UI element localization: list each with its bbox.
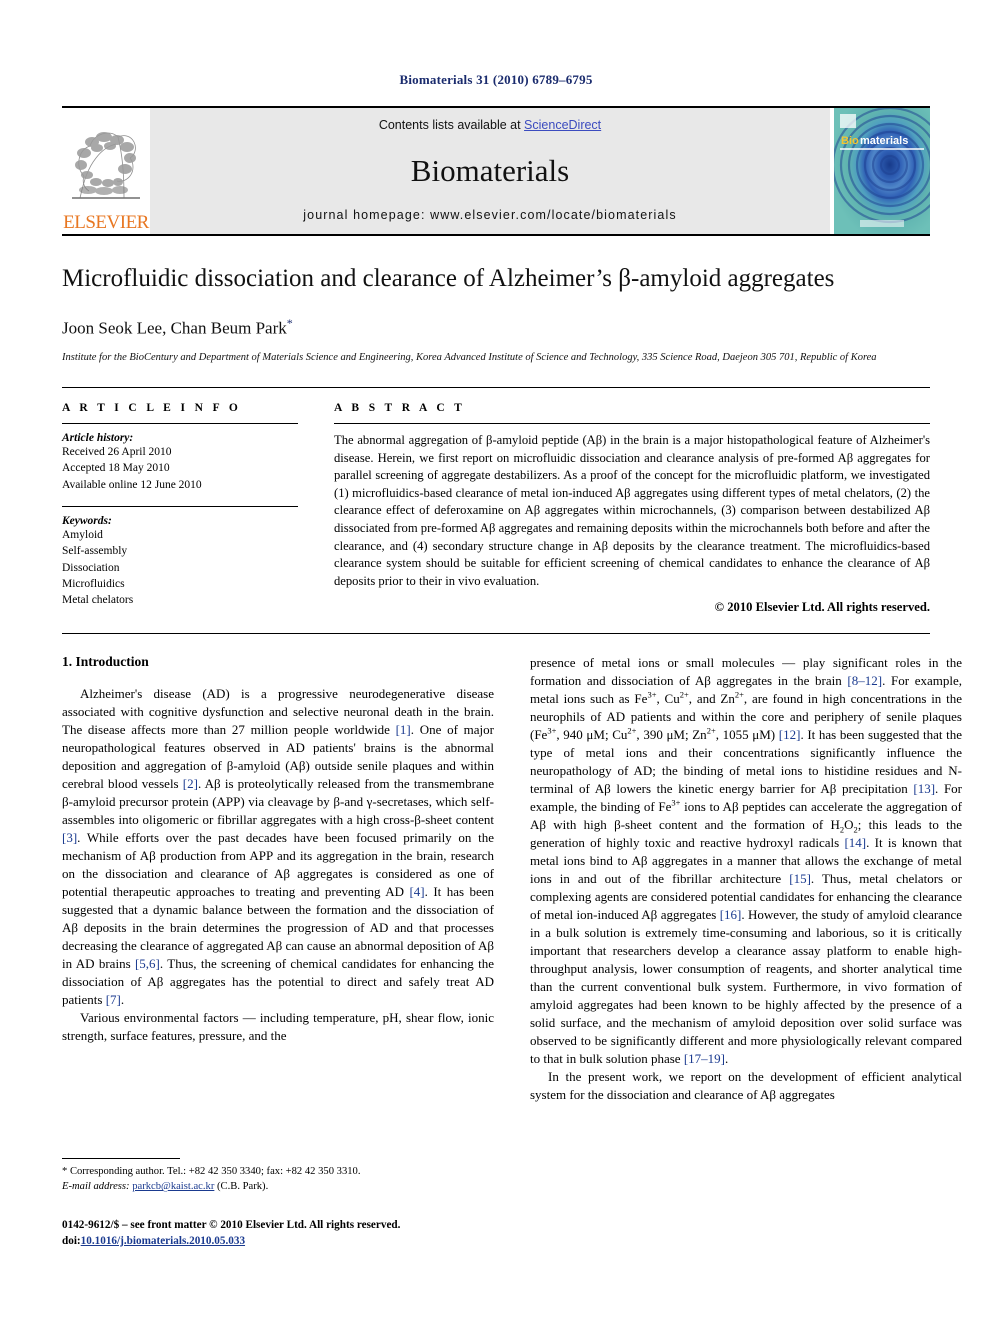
article-history-label: Article history: [62,431,134,444]
body-column-left: 1. Introduction Alzheimer's disease (AD)… [62,654,494,1104]
citation-ref[interactable]: [17–19] [684,1051,725,1066]
keyword-item: Amyloid [62,528,103,541]
footnote-divider [62,1158,180,1159]
superscript: 2+ [706,725,716,736]
citation-ref[interactable]: [5,6] [135,956,160,971]
superscript: 2+ [679,689,689,700]
citation-ref[interactable]: [7] [106,992,121,1007]
citation-ref[interactable]: [15] [789,871,811,886]
journal-homepage-line[interactable]: journal homepage: www.elsevier.com/locat… [303,208,676,222]
present-work-paragraph: In the present work, we report on the de… [530,1068,962,1102]
corresponding-author-marker: * [286,316,293,330]
text-run: , 1055 μM) [715,726,779,742]
affiliation: Institute for the BioCentury and Departm… [62,351,877,363]
sciencedirect-link[interactable]: ScienceDirect [524,118,601,132]
journal-cover-thumbnail: Bio materials [834,108,930,234]
email-owner: (C.B. Park). [217,1181,269,1193]
history-accepted: Accepted 18 May 2010 [62,462,170,475]
introduction-heading: 1. Introduction [62,653,149,669]
elsevier-tree-icon [66,120,146,212]
corresponding-author-note: * Corresponding author. Tel.: +82 42 350… [62,1166,361,1177]
article-page: Biomaterials 31 (2010) 6789–6795 ELSEVIE… [0,0,992,1323]
journal-title: Biomaterials [410,152,570,188]
keyword-item: Self-assembly [62,545,128,558]
masthead-center: Contents lists available at ScienceDirec… [150,108,830,234]
footnote-area: * Corresponding author. Tel.: +82 42 350… [62,1158,494,1195]
text-run: . However, the study of amyloid clearanc… [530,906,962,1066]
abstract-copyright: © 2010 Elsevier Ltd. All rights reserved… [714,599,930,614]
text-run: , 390 μM; Zn [636,726,707,742]
running-head: Biomaterials 31 (2010) 6789–6795 [399,72,593,87]
keywords-label: Keywords: [62,514,112,527]
doi-line: doi:10.1016/j.biomaterials.2010.05.033 [62,1234,532,1250]
doi-label: doi: [62,1234,81,1247]
history-available-online: Available online 12 June 2010 [62,478,202,491]
text-run: . [725,1050,729,1066]
article-info-heading: A R T I C L E I N F O [62,401,242,414]
intro-paragraph-2: Various environmental factors — includin… [62,1009,494,1043]
title-block: Microfluidic dissociation and clearance … [62,234,930,365]
keywords-block: Keywords: Amyloid Self-assembly Dissocia… [62,505,298,609]
footer-area: 0142-9612/$ – see front matter © 2010 El… [62,1218,532,1250]
citation-ref[interactable]: [3] [62,830,77,845]
issn-copyright-line: 0142-9612/$ – see front matter © 2010 El… [62,1219,401,1231]
email-label: E-mail address: [62,1181,130,1193]
intro-paragraph-2-continued: presence of metal ions or small molecule… [530,654,962,1068]
citation-ref[interactable]: [16] [720,907,742,922]
text-run: , Cu [656,690,680,706]
svg-text:materials: materials [860,135,908,147]
body-column-right: presence of metal ions or small molecule… [530,654,962,1104]
keyword-item: Microfluidics [62,577,125,590]
email-link[interactable]: parkcb@kaist.ac.kr [132,1181,214,1192]
keyword-item: Metal chelators [62,594,134,607]
citation-ref[interactable]: [14] [844,835,866,850]
svg-text:Bio: Bio [841,135,859,147]
contents-prefix: Contents lists available at [378,118,525,132]
article-info-column: A R T I C L E I N F O Article history: R… [62,402,298,615]
author-list: Joon Seok Lee, Chan Beum Park* [62,316,930,339]
authors-names: Joon Seok Lee, Chan Beum Park [62,318,287,338]
text-run: , and Zn [688,690,735,706]
email-note: E-mail address: parkcb@kaist.ac.kr (C.B.… [62,1179,494,1194]
history-received: Received 26 April 2010 [62,445,172,458]
text-run: . [120,991,125,1007]
doi-link[interactable]: 10.1016/j.biomaterials.2010.05.033 [81,1235,245,1247]
text-run: , 940 μM; Cu [556,726,628,742]
abstract-heading: A B S T R A C T [334,401,466,414]
intro-paragraph-1: Alzheimer's disease (AD) is a progressiv… [62,685,494,1009]
citation-ref[interactable]: [2] [183,776,198,791]
keyword-item: Dissociation [62,561,120,574]
citation-ref[interactable]: [8–12] [847,673,882,688]
superscript: 2+ [734,689,744,700]
citation-ref[interactable]: [4] [409,884,424,899]
text-run: O [844,816,854,832]
journal-masthead: ELSEVIER Contents lists available at Sci… [62,106,930,234]
abstract-divider [334,422,930,424]
elsevier-wordmark: ELSEVIER [63,212,149,233]
article-title: Microfluidic dissociation and clearance … [62,265,835,292]
abstract-column: A B S T R A C T The abnormal aggregation… [334,402,930,615]
body-columns: 1. Introduction Alzheimer's disease (AD)… [62,632,962,1104]
info-abstract-section: A R T I C L E I N F O Article history: R… [62,386,930,615]
abstract-text: The abnormal aggregation of β-amyloid pe… [334,432,930,588]
citation-ref[interactable]: [12] [779,727,801,742]
citation-ref[interactable]: [13] [913,781,935,796]
contents-available-line: Contents lists available at ScienceDirec… [379,118,601,132]
elsevier-logo: ELSEVIER [62,108,150,234]
article-info-divider [62,422,298,424]
citation-ref[interactable]: [1] [396,722,411,737]
